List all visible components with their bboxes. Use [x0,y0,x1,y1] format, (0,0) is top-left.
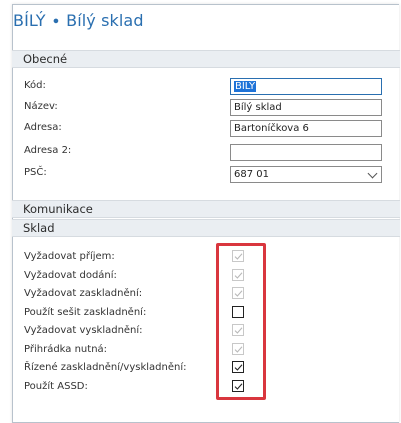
code-label: Kód: [24,80,46,91]
postal-code-value: 687 01 [234,169,269,180]
highlight-box [216,243,266,400]
address2-label: Adresa 2: [24,145,72,156]
page-title: BÍLÝ ∙ Bílý sklad [13,11,144,30]
code-value: BÍLÝ [234,81,257,92]
section-header-warehouse[interactable]: Sklad [12,219,400,237]
warehouse-option-label: Vyžadovat příjem: [24,251,115,262]
code-field[interactable]: BÍLÝ [230,78,382,95]
warehouse-option-label: Řízené zaskladnění/vyskladnění: [24,362,187,373]
warehouse-option-label: Přihrádka nutná: [24,344,108,355]
warehouse-option-label: Vyžadovat vyskladnění: [24,325,143,336]
warehouse-option-label: Použít ASSD: [24,381,88,392]
warehouse-option-label: Použít sešit zaskladnění: [24,307,147,318]
address2-field[interactable] [230,144,382,161]
address-field[interactable]: Bartoníčkova 6 [230,120,382,137]
warehouse-option-label: Vyžadovat dodání: [24,270,117,281]
chevron-down-icon [367,168,378,179]
postal-code-select[interactable]: 687 01 [230,166,382,183]
section-header-general[interactable]: Obecné [12,50,400,68]
postal-code-label: PSČ: [24,167,47,178]
name-field[interactable]: Bílý sklad [230,99,382,116]
name-label: Název: [24,101,58,112]
warehouse-option-label: Vyžadovat zaskladnění: [24,288,143,299]
address-label: Adresa: [24,122,62,133]
section-header-communication[interactable]: Komunikace [12,200,400,218]
